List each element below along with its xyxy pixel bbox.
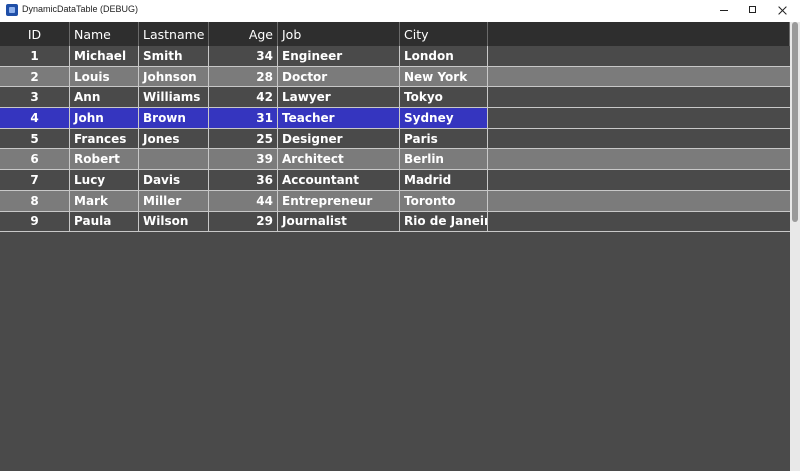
row-filler [488, 191, 790, 211]
close-button[interactable] [768, 0, 798, 22]
cell-lastname[interactable]: Miller [139, 190, 209, 211]
cell-id[interactable]: 4 [0, 108, 70, 128]
cell-job[interactable]: Engineer [278, 46, 400, 66]
row-filler [488, 149, 790, 169]
cell-age[interactable]: 29 [209, 211, 278, 232]
cell-name[interactable]: Ann [70, 87, 139, 108]
cell-lastname[interactable]: Davis [139, 170, 209, 190]
cell-job[interactable]: Accountant [278, 170, 400, 190]
cell-lastname[interactable]: Jones [139, 128, 209, 149]
cell-city[interactable]: Paris [400, 128, 488, 149]
cell-age[interactable]: 42 [209, 87, 278, 108]
cell-lastname[interactable]: Johnson [139, 66, 209, 87]
cell-id[interactable]: 7 [0, 170, 70, 190]
cell-job[interactable]: Journalist [278, 211, 400, 232]
cell-age[interactable]: 34 [209, 46, 278, 66]
table-row[interactable]: 5 Frances Jones 25 Designer Paris [0, 128, 790, 150]
cell-id[interactable]: 9 [0, 211, 70, 232]
scrollbar-thumb[interactable] [792, 22, 798, 222]
cell-lastname[interactable]: Wilson [139, 211, 209, 232]
cell-name[interactable]: Robert [70, 149, 139, 170]
app-window: DynamicDataTable (DEBUG) ID Name Lastnam… [0, 0, 800, 471]
cell-city[interactable]: Madrid [400, 170, 488, 190]
table-row[interactable]: 2 Louis Johnson 28 Doctor New York [0, 66, 790, 88]
cell-name[interactable]: Frances [70, 128, 139, 149]
vertical-scrollbar[interactable] [790, 22, 800, 471]
cell-name[interactable]: Lucy [70, 170, 139, 190]
cell-lastname[interactable]: Brown [139, 108, 209, 128]
cell-job[interactable]: Teacher [278, 108, 400, 128]
cell-name[interactable]: Mark [70, 190, 139, 211]
column-header-lastname[interactable]: Lastname [139, 22, 209, 46]
header-filler [488, 22, 790, 46]
table-row[interactable]: 3 Ann Williams 42 Lawyer Tokyo [0, 87, 790, 109]
table-row[interactable]: 6 Robert 39 Architect Berlin [0, 149, 790, 171]
cell-job[interactable]: Entrepreneur [278, 190, 400, 211]
data-grid: ID Name Lastname Age Job City 1 Michael Sm… [0, 22, 790, 233]
cell-id[interactable]: 8 [0, 190, 70, 211]
column-header-id[interactable]: ID [0, 22, 70, 46]
table-row[interactable]: 4 John Brown 31 Teacher Sydney [0, 108, 790, 129]
cell-job[interactable]: Lawyer [278, 87, 400, 108]
cell-lastname[interactable]: Smith [139, 46, 209, 66]
row-filler [488, 212, 790, 232]
cell-name[interactable]: John [70, 108, 139, 128]
row-filler [488, 108, 790, 128]
cell-job[interactable]: Doctor [278, 66, 400, 87]
cell-city[interactable]: Sydney [400, 108, 488, 128]
table-row[interactable]: 7 Lucy Davis 36 Accountant Madrid [0, 170, 790, 191]
cell-id[interactable]: 6 [0, 149, 70, 170]
cell-name[interactable]: Michael [70, 46, 139, 66]
cell-lastname[interactable]: Williams [139, 87, 209, 108]
row-filler [488, 67, 790, 87]
row-filler [488, 87, 790, 107]
table-row[interactable]: 9PaulaWilson29JournalistRio de Janeiro [0, 211, 790, 233]
column-header-job[interactable]: Job [278, 22, 400, 46]
cell-name[interactable]: Louis [70, 66, 139, 87]
cell-id[interactable]: 2 [0, 66, 70, 87]
cell-age[interactable]: 28 [209, 66, 278, 87]
cell-city[interactable]: Tokyo [400, 87, 488, 108]
cell-city[interactable]: Berlin [400, 149, 488, 170]
table-body: 1 Michael Smith 34 Engineer London 2 Louis Johns… [0, 46, 790, 233]
cell-age[interactable]: 31 [209, 108, 278, 128]
cell-id[interactable]: 5 [0, 128, 70, 149]
cell-age[interactable]: 44 [209, 190, 278, 211]
row-filler [488, 170, 790, 190]
row-filler [488, 129, 790, 149]
row-filler [488, 46, 790, 66]
minimize-icon [720, 10, 728, 11]
cell-city[interactable]: Rio de Janeiro [400, 211, 488, 232]
maximize-icon [749, 6, 756, 13]
minimize-button[interactable] [710, 0, 740, 22]
close-icon [778, 6, 787, 15]
cell-job[interactable]: Designer [278, 128, 400, 149]
maximize-button[interactable] [738, 0, 768, 22]
column-header-age[interactable]: Age [209, 22, 278, 46]
cell-id[interactable]: 1 [0, 46, 70, 66]
cell-job[interactable]: Architect [278, 149, 400, 170]
title-bar[interactable]: DynamicDataTable (DEBUG) [0, 0, 800, 23]
column-header-name[interactable]: Name [70, 22, 139, 46]
app-icon [6, 4, 18, 16]
table-row[interactable]: 8 Mark Miller 44 Entrepreneur Toronto [0, 190, 790, 212]
header-row: ID Name Lastname Age Job City [0, 22, 790, 46]
cell-age[interactable]: 36 [209, 170, 278, 190]
cell-city[interactable]: Toronto [400, 190, 488, 211]
window-title: DynamicDataTable (DEBUG) [22, 4, 139, 14]
cell-city[interactable]: New York [400, 66, 488, 87]
table-row[interactable]: 1 Michael Smith 34 Engineer London [0, 46, 790, 67]
cell-id[interactable]: 3 [0, 87, 70, 108]
cell-lastname[interactable] [139, 149, 209, 170]
cell-city[interactable]: London [400, 46, 488, 66]
column-header-city[interactable]: City [400, 22, 488, 46]
cell-age[interactable]: 25 [209, 128, 278, 149]
cell-age[interactable]: 39 [209, 149, 278, 170]
cell-name[interactable]: Paula [70, 211, 139, 232]
